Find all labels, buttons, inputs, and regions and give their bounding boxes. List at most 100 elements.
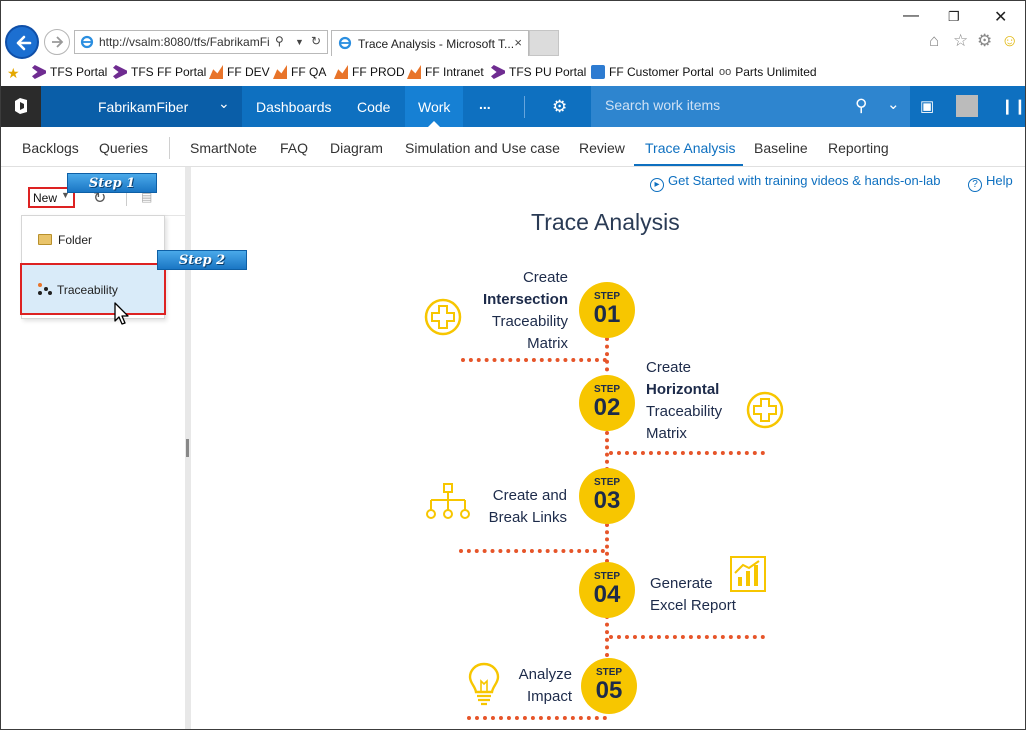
visual-studio-icon [113,65,127,79]
address-bar[interactable]: http://vsalm:8080/tfs/FabrikamFi ⚲ ▼ ↻ [74,30,328,54]
divider [524,96,525,118]
search-icon[interactable]: ⚲ [275,34,284,48]
favorite-link[interactable]: FF DEV [209,65,270,79]
new-tab-button[interactable] [529,30,559,56]
splitter-grip[interactable] [186,439,189,457]
connector-line [609,635,765,639]
favorites-bar: ★ TFS Portal TFS FF Portal FF DEV FF QA … [1,62,1025,84]
connector-line [605,615,609,657]
fabrikam-icon [407,65,421,79]
sub-navigation: Backlogs Queries SmartNote FAQ Diagram S… [1,127,1025,167]
play-icon: ▸ [650,178,664,192]
forward-button[interactable] [44,29,70,55]
project-name: FabrikamFiber [98,99,189,115]
tfs-logo[interactable] [1,86,41,127]
back-button[interactable] [5,25,39,59]
step-description: Generate Excel Report [650,575,736,614]
tab-queries[interactable]: Queries [99,140,148,156]
search-icon[interactable]: ⚲ [855,96,867,116]
favorite-link[interactable]: FF PROD [334,65,405,79]
plus-circle-icon [424,298,462,336]
tab-diagram[interactable]: Diagram [330,140,383,156]
step-badge: STEP 05 [581,658,637,714]
browser-window: http://vsalm:8080/tfs/FabrikamFi ⚲ ▼ ↻ T… [0,0,1026,730]
fabrikam-icon [334,65,348,79]
divider [169,137,170,159]
shopping-bag-icon[interactable]: ▣ [920,97,934,115]
fabrikam-icon [273,65,287,79]
tab-trace-analysis[interactable]: Trace Analysis [645,140,736,156]
arrow-left-icon [16,35,32,51]
chevron-down-icon: ⌄ [218,95,230,111]
search-input[interactable] [605,97,845,113]
plus-circle-icon [746,391,784,429]
glasses-icon: oo [719,66,732,78]
tab-review[interactable]: Review [579,140,625,156]
connector-line [605,523,609,563]
help-menu-icon[interactable]: ❙❙ [1001,97,1025,115]
restore-icon[interactable]: ❐ [948,9,960,25]
visual-studio-logo-icon [15,98,27,114]
new-button-label: New [33,191,58,205]
visual-studio-icon [491,65,505,79]
step-badge: STEP 03 [579,468,635,524]
favorites-star-icon[interactable]: ☆ [953,31,968,51]
step-badge: STEP 01 [579,282,635,338]
tab-reporting[interactable]: Reporting [828,140,889,156]
smiley-icon[interactable]: ☺ [1001,31,1018,51]
help-link[interactable]: ? Help [968,173,1013,192]
settings-gear-icon[interactable]: ⚙ [552,97,567,117]
arrow-right-icon [52,36,64,48]
get-started-link[interactable]: ▸ Get Started with training videos & hand… [650,173,940,192]
favorite-link[interactable]: oo Parts Unlimited [719,65,817,79]
step-2-callout: Step 2 [157,250,247,270]
favorite-link[interactable]: FF Intranet [407,65,484,79]
favorite-link[interactable]: FF QA [273,65,326,79]
visual-studio-icon [32,65,46,79]
hub-work[interactable]: Work [418,99,450,115]
chevron-down-icon[interactable]: ⌄ [887,95,900,113]
favorite-link[interactable]: TFS PU Portal [491,65,586,79]
tab-faq[interactable]: FAQ [280,140,308,156]
mouse-cursor-icon [114,302,129,325]
question-icon: ? [968,178,982,192]
hub-dashboards[interactable]: Dashboards [256,99,332,115]
menu-item-folder[interactable]: Folder [22,216,166,264]
avatar[interactable] [956,95,978,117]
page-icon [591,65,605,79]
connector-line [605,337,609,379]
step-1-callout: Step 1 [67,173,157,193]
home-icon[interactable]: ⌂ [929,31,939,51]
hierarchy-icon [426,483,470,519]
project-selector[interactable]: FabrikamFiber ⌄ [41,86,242,127]
settings-gear-icon[interactable]: ⚙ [977,31,992,51]
tab-smartnote[interactable]: SmartNote [190,140,257,156]
minimize-icon[interactable]: — [903,7,919,25]
step-badge: STEP 04 [579,562,635,618]
traceability-icon [38,283,52,295]
tab-title: Trace Analysis - Microsoft T... [358,37,515,51]
step-badge: STEP 02 [579,375,635,431]
tab-baseline[interactable]: Baseline [754,140,808,156]
favorite-link[interactable]: TFS FF Portal [113,65,206,79]
bar-chart-icon [730,556,766,592]
close-tab-icon[interactable]: × [514,35,522,50]
more-hubs-button[interactable]: ... [479,96,491,112]
tab-backlogs[interactable]: Backlogs [22,140,79,156]
ie-icon [338,36,352,55]
favorite-link[interactable]: TFS Portal [32,65,107,79]
favorite-link[interactable]: FF Customer Portal [591,65,714,79]
refresh-icon[interactable]: ↻ [311,34,321,48]
dropdown-icon[interactable]: ▼ [295,37,304,47]
search-box[interactable]: ⚲ ⌄ [591,86,910,127]
step-description: Create Horizontal Traceability Matrix [646,359,723,442]
tab-simulation[interactable]: Simulation and Use case [405,140,560,156]
folder-icon [38,234,52,245]
add-favorite-icon[interactable]: ★ [7,65,20,82]
connector-line [605,431,609,471]
browser-tab[interactable]: Trace Analysis - Microsoft T... × [331,30,529,56]
step-description: Create and Break Links [488,487,567,526]
address-url[interactable]: http://vsalm:8080/tfs/FabrikamFi [99,35,271,49]
hub-code[interactable]: Code [357,99,390,115]
close-window-icon[interactable]: ✕ [994,7,1007,27]
